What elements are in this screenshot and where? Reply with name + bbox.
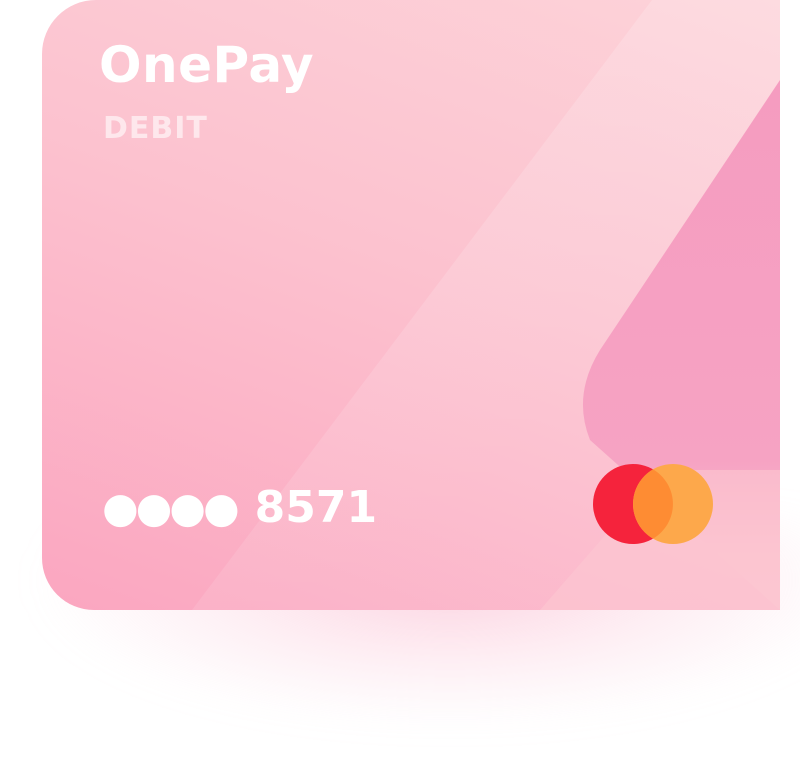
card-brand-name: OnePay: [99, 36, 315, 94]
card-stage: OnePay DEBIT ●●●● 8571: [0, 0, 800, 760]
two-circles-card-network-icon: [593, 464, 713, 544]
debit-card[interactable]: OnePay DEBIT ●●●● 8571: [42, 0, 780, 610]
card-number: ●●●● 8571: [102, 486, 377, 530]
card-type-label: DEBIT: [103, 111, 208, 146]
card-last-four: 8571: [254, 482, 378, 533]
masked-digits: ●●●●: [102, 483, 240, 532]
